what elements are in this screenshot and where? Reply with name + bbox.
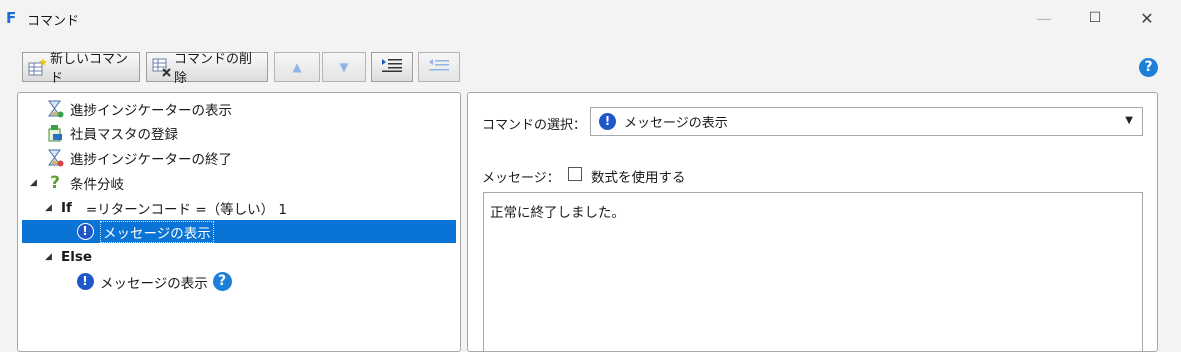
delete-command-icon [152, 57, 172, 77]
hourglass-show-icon [46, 100, 64, 118]
title-bar: F コマンド — ☐ ✕ [0, 0, 1181, 36]
message-label: メッセージ： [482, 171, 560, 186]
tree-item-label: 進捗インジケーターの終了 [70, 151, 232, 168]
indent-button[interactable] [371, 52, 413, 82]
move-down-icon: ▼ [339, 60, 349, 74]
collapse-toggle-icon[interactable]: ◢ [45, 203, 52, 213]
tree-item[interactable]: ? 条件分岐 [46, 171, 124, 194]
exclamation-glyph: ! [76, 273, 94, 290]
close-icon: ✕ [1140, 8, 1154, 28]
question-icon: ? [46, 172, 64, 193]
new-command-icon [28, 57, 48, 77]
new-command-label: 新しいコマンド [50, 52, 129, 86]
tree-item[interactable]: 進捗インジケーターの終了 [46, 146, 232, 169]
move-up-icon: ▲ [292, 60, 302, 74]
message-text: 正常に終了しました。 [490, 205, 625, 221]
tree-item-label: 社員マスタの登録 [70, 126, 178, 143]
help-icon[interactable]: ? [1139, 58, 1158, 77]
minimize-icon: — [1036, 8, 1052, 28]
if-condition: =リターンコード =（等しい） 1 [85, 201, 288, 218]
use-formula-checkbox[interactable] [568, 167, 582, 181]
exclamation-glyph: ! [76, 223, 94, 240]
app-logo-icon: F [6, 9, 17, 27]
tree-item-label: メッセージの表示 [100, 220, 214, 243]
exclamation-icon: ! [76, 223, 94, 241]
new-command-button[interactable]: 新しいコマンド [22, 52, 140, 86]
exclamation-icon: ! [76, 273, 94, 291]
tree-item[interactable]: 社員マスタの登録 [46, 121, 178, 144]
tree-item-label: 条件分岐 [70, 176, 124, 193]
exclamation-icon: ! [599, 113, 616, 130]
else-keyword: Else [61, 248, 93, 265]
if-keyword: If [61, 199, 72, 216]
command-select-value: メッセージの表示 [624, 116, 728, 131]
minimize-button[interactable]: — [1021, 0, 1067, 36]
window-title: コマンド [27, 14, 80, 29]
collapse-toggle-icon[interactable]: ◢ [30, 178, 37, 188]
message-textarea[interactable]: 正常に終了しました。 [483, 192, 1143, 352]
delete-command-label: コマンドの削除 [174, 52, 253, 86]
tree-item[interactable]: ! メッセージの表示 ? [76, 270, 232, 293]
use-formula-label: 数式を使用する [591, 170, 686, 186]
question-glyph: ? [50, 172, 60, 193]
close-button[interactable]: ✕ [1124, 0, 1170, 36]
tree-item[interactable]: If =リターンコード =（等しい） 1 [61, 196, 287, 219]
move-up-button[interactable]: ▲ [274, 52, 320, 82]
maximize-icon: ☐ [1088, 10, 1102, 26]
tree-item-label: 進捗インジケーターの表示 [70, 102, 232, 119]
indent-icon [381, 57, 403, 77]
help-icon[interactable]: ? [212, 272, 232, 291]
db-register-icon [46, 124, 64, 142]
hourglass-end-icon [46, 149, 64, 167]
chevron-down-icon: ▼ [1125, 115, 1133, 126]
tree-item[interactable]: Else [61, 245, 92, 268]
tree-item-selected[interactable]: ! メッセージの表示 [22, 220, 456, 243]
maximize-button[interactable]: ☐ [1072, 0, 1118, 36]
command-select[interactable]: ! メッセージの表示 ▼ [590, 107, 1143, 136]
command-select-label: コマンドの選択： [482, 118, 587, 133]
delete-command-button[interactable]: コマンドの削除 [146, 52, 268, 86]
move-down-button[interactable]: ▼ [322, 52, 366, 82]
tree-item-label: メッセージの表示 [100, 275, 208, 292]
collapse-toggle-icon[interactable]: ◢ [45, 252, 52, 262]
outdent-icon [428, 57, 450, 77]
outdent-button[interactable] [418, 52, 460, 82]
tree-item[interactable]: 進捗インジケーターの表示 [46, 97, 232, 120]
